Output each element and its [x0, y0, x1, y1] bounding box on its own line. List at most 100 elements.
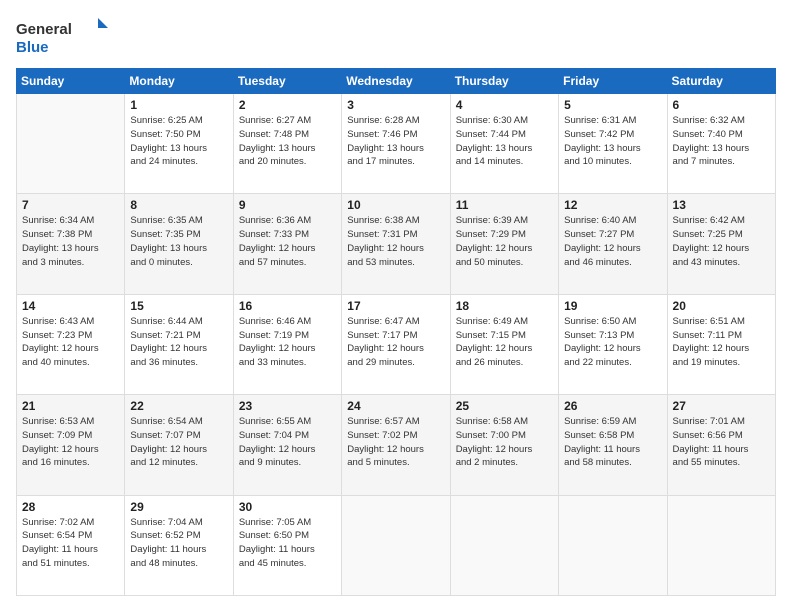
day-info: Sunrise: 7:05 AM Sunset: 6:50 PM Dayligh…: [239, 516, 336, 571]
day-number: 21: [22, 399, 119, 413]
day-number: 19: [564, 299, 661, 313]
day-info: Sunrise: 6:53 AM Sunset: 7:09 PM Dayligh…: [22, 415, 119, 470]
day-number: 9: [239, 198, 336, 212]
day-number: 17: [347, 299, 444, 313]
calendar-cell: 19 Sunrise: 6:50 AM Sunset: 7:13 PM Dayli…: [559, 294, 667, 394]
day-info: Sunrise: 6:27 AM Sunset: 7:48 PM Dayligh…: [239, 114, 336, 169]
calendar-cell: [667, 495, 775, 595]
day-number: 23: [239, 399, 336, 413]
week-row-1: 1Sunrise: 6:25 AM Sunset: 7:50 PM Daylig…: [17, 94, 776, 194]
day-info: Sunrise: 6:55 AM Sunset: 7:04 PM Dayligh…: [239, 415, 336, 470]
calendar-cell: 17Sunrise: 6:47 AM Sunset: 7:17 PM Dayli…: [342, 294, 450, 394]
calendar-cell: 16 Sunrise: 6:46 AM Sunset: 7:19 PM Dayli…: [233, 294, 341, 394]
day-info: Sunrise: 6:46 AM Sunset: 7:19 PM Dayligh…: [239, 315, 336, 370]
day-info: Sunrise: 7:04 AM Sunset: 6:52 PM Dayligh…: [130, 516, 227, 571]
day-number: 24: [347, 399, 444, 413]
day-info: Sunrise: 6:25 AM Sunset: 7:50 PM Dayligh…: [130, 114, 227, 169]
svg-text:Blue: Blue: [16, 39, 49, 56]
calendar-cell: 26 Sunrise: 6:59 AM Sunset: 6:58 PM Dayli…: [559, 395, 667, 495]
day-info: Sunrise: 6:51 AM Sunset: 7:11 PM Dayligh…: [673, 315, 770, 370]
calendar-cell: 25Sunrise: 6:58 AM Sunset: 7:00 PM Dayli…: [450, 395, 558, 495]
calendar-cell: 12 Sunrise: 6:40 AM Sunset: 7:27 PM Dayli…: [559, 194, 667, 294]
day-number: 28: [22, 500, 119, 514]
calendar-cell: 10 Sunrise: 6:38 AM Sunset: 7:31 PM Dayli…: [342, 194, 450, 294]
day-info: Sunrise: 6:43 AM Sunset: 7:23 PM Dayligh…: [22, 315, 119, 370]
week-row-2: 7Sunrise: 6:34 AM Sunset: 7:38 PM Daylig…: [17, 194, 776, 294]
day-number: 2: [239, 98, 336, 112]
day-number: 10: [347, 198, 444, 212]
calendar-cell: 30 Sunrise: 7:05 AM Sunset: 6:50 PM Dayli…: [233, 495, 341, 595]
day-info: Sunrise: 6:39 AM Sunset: 7:29 PM Dayligh…: [456, 214, 553, 269]
weekday-header-friday: Friday: [559, 69, 667, 94]
day-info: Sunrise: 7:01 AM Sunset: 6:56 PM Dayligh…: [673, 415, 770, 470]
day-number: 27: [673, 399, 770, 413]
calendar-cell: 23 Sunrise: 6:55 AM Sunset: 7:04 PM Dayli…: [233, 395, 341, 495]
calendar-cell: 2 Sunrise: 6:27 AM Sunset: 7:48 PM Daylig…: [233, 94, 341, 194]
weekday-header-row: SundayMondayTuesdayWednesdayThursdayFrid…: [17, 69, 776, 94]
day-info: Sunrise: 6:28 AM Sunset: 7:46 PM Dayligh…: [347, 114, 444, 169]
day-info: Sunrise: 6:34 AM Sunset: 7:38 PM Dayligh…: [22, 214, 119, 269]
day-number: 25: [456, 399, 553, 413]
calendar-cell: 9 Sunrise: 6:36 AM Sunset: 7:33 PM Daylig…: [233, 194, 341, 294]
day-number: 15: [130, 299, 227, 313]
day-info: Sunrise: 6:36 AM Sunset: 7:33 PM Dayligh…: [239, 214, 336, 269]
day-number: 12: [564, 198, 661, 212]
calendar-cell: 18Sunrise: 6:49 AM Sunset: 7:15 PM Dayli…: [450, 294, 558, 394]
day-number: 14: [22, 299, 119, 313]
calendar-cell: 4 Sunrise: 6:30 AM Sunset: 7:44 PM Daylig…: [450, 94, 558, 194]
calendar-cell: 5Sunrise: 6:31 AM Sunset: 7:42 PM Daylig…: [559, 94, 667, 194]
calendar-cell: 6Sunrise: 6:32 AM Sunset: 7:40 PM Daylig…: [667, 94, 775, 194]
calendar-cell: 7Sunrise: 6:34 AM Sunset: 7:38 PM Daylig…: [17, 194, 125, 294]
day-number: 30: [239, 500, 336, 514]
day-info: Sunrise: 6:54 AM Sunset: 7:07 PM Dayligh…: [130, 415, 227, 470]
calendar-cell: 29 Sunrise: 7:04 AM Sunset: 6:52 PM Dayli…: [125, 495, 233, 595]
day-info: Sunrise: 6:40 AM Sunset: 7:27 PM Dayligh…: [564, 214, 661, 269]
week-row-3: 14 Sunrise: 6:43 AM Sunset: 7:23 PM Dayli…: [17, 294, 776, 394]
calendar-cell: 14 Sunrise: 6:43 AM Sunset: 7:23 PM Dayli…: [17, 294, 125, 394]
svg-text:General: General: [16, 21, 72, 38]
day-info: Sunrise: 6:49 AM Sunset: 7:15 PM Dayligh…: [456, 315, 553, 370]
calendar-cell: [450, 495, 558, 595]
calendar-cell: 27 Sunrise: 7:01 AM Sunset: 6:56 PM Dayli…: [667, 395, 775, 495]
calendar-cell: 21 Sunrise: 6:53 AM Sunset: 7:09 PM Dayli…: [17, 395, 125, 495]
day-number: 11: [456, 198, 553, 212]
day-info: Sunrise: 6:50 AM Sunset: 7:13 PM Dayligh…: [564, 315, 661, 370]
weekday-header-thursday: Thursday: [450, 69, 558, 94]
header: General Blue: [16, 16, 776, 58]
day-info: Sunrise: 6:57 AM Sunset: 7:02 PM Dayligh…: [347, 415, 444, 470]
day-info: Sunrise: 6:38 AM Sunset: 7:31 PM Dayligh…: [347, 214, 444, 269]
page: General Blue SundayMondayTuesdayWednesda…: [0, 0, 792, 612]
day-number: 3: [347, 98, 444, 112]
week-row-5: 28 Sunrise: 7:02 AM Sunset: 6:54 PM Dayli…: [17, 495, 776, 595]
day-info: Sunrise: 6:42 AM Sunset: 7:25 PM Dayligh…: [673, 214, 770, 269]
weekday-header-tuesday: Tuesday: [233, 69, 341, 94]
calendar-cell: 15 Sunrise: 6:44 AM Sunset: 7:21 PM Dayli…: [125, 294, 233, 394]
day-info: Sunrise: 6:31 AM Sunset: 7:42 PM Dayligh…: [564, 114, 661, 169]
day-number: 20: [673, 299, 770, 313]
day-number: 8: [130, 198, 227, 212]
calendar-cell: 28 Sunrise: 7:02 AM Sunset: 6:54 PM Dayli…: [17, 495, 125, 595]
weekday-header-saturday: Saturday: [667, 69, 775, 94]
calendar-cell: 13 Sunrise: 6:42 AM Sunset: 7:25 PM Dayli…: [667, 194, 775, 294]
week-row-4: 21 Sunrise: 6:53 AM Sunset: 7:09 PM Dayli…: [17, 395, 776, 495]
calendar-cell: 1Sunrise: 6:25 AM Sunset: 7:50 PM Daylig…: [125, 94, 233, 194]
calendar-cell: 20 Sunrise: 6:51 AM Sunset: 7:11 PM Dayli…: [667, 294, 775, 394]
day-number: 4: [456, 98, 553, 112]
day-info: Sunrise: 6:44 AM Sunset: 7:21 PM Dayligh…: [130, 315, 227, 370]
day-number: 16: [239, 299, 336, 313]
logo: General Blue: [16, 16, 116, 58]
day-info: Sunrise: 6:30 AM Sunset: 7:44 PM Dayligh…: [456, 114, 553, 169]
day-info: Sunrise: 7:02 AM Sunset: 6:54 PM Dayligh…: [22, 516, 119, 571]
calendar-cell: [342, 495, 450, 595]
day-info: Sunrise: 6:59 AM Sunset: 6:58 PM Dayligh…: [564, 415, 661, 470]
calendar-cell: 22 Sunrise: 6:54 AM Sunset: 7:07 PM Dayli…: [125, 395, 233, 495]
day-number: 26: [564, 399, 661, 413]
calendar-cell: 3 Sunrise: 6:28 AM Sunset: 7:46 PM Daylig…: [342, 94, 450, 194]
logo-svg: General Blue: [16, 16, 116, 58]
calendar-table: SundayMondayTuesdayWednesdayThursdayFrid…: [16, 68, 776, 596]
day-number: 13: [673, 198, 770, 212]
day-number: 22: [130, 399, 227, 413]
day-number: 29: [130, 500, 227, 514]
weekday-header-sunday: Sunday: [17, 69, 125, 94]
weekday-header-wednesday: Wednesday: [342, 69, 450, 94]
